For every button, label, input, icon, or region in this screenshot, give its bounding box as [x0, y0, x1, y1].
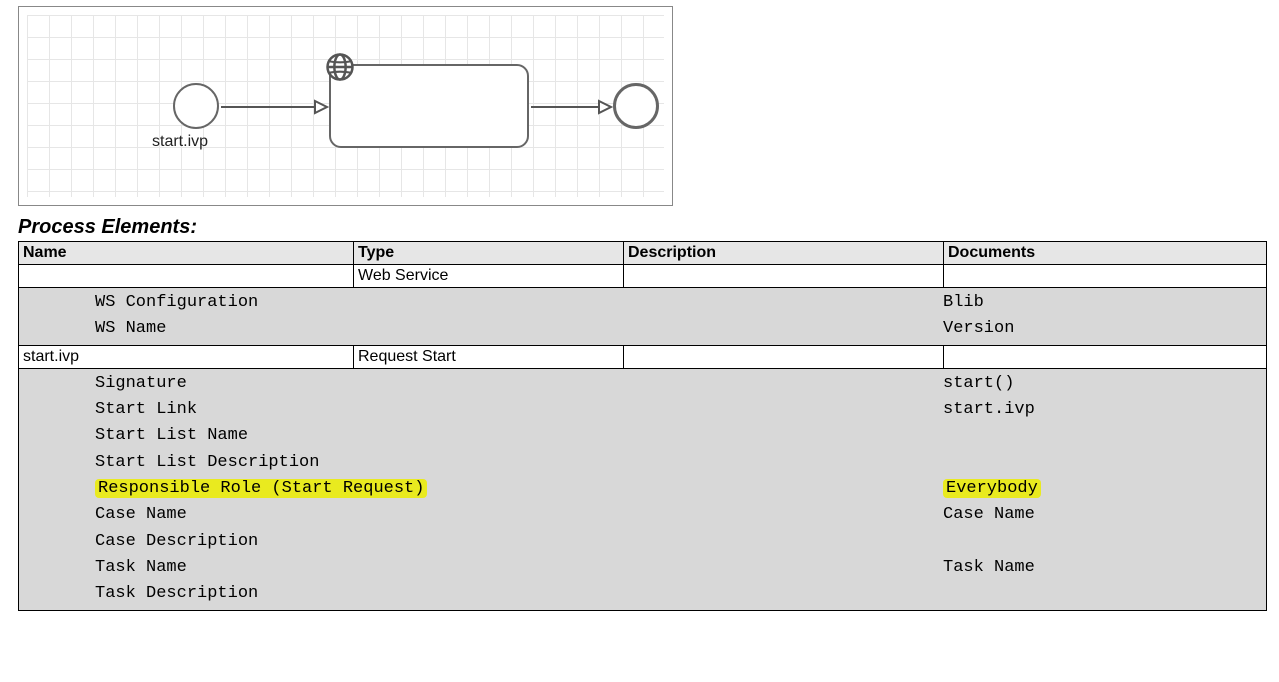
detail-line: Case Description	[23, 529, 1262, 555]
table-row: start.ivpRequest Start	[19, 345, 1267, 368]
start-event-label: start.ivp	[152, 133, 208, 151]
detail-line: Start List Name	[23, 423, 1262, 449]
highlight: Everybody	[943, 479, 1041, 498]
col-header-documents: Documents	[944, 242, 1267, 265]
process-elements-table: Name Type Description Documents Web Serv…	[18, 241, 1267, 611]
highlight: Responsible Role (Start Request)	[95, 479, 427, 498]
cell-type: Request Start	[354, 345, 624, 368]
detail-value: start.ivp	[943, 397, 1035, 423]
detail-line: Start Linkstart.ivp	[23, 397, 1262, 423]
cell-type: Web Service	[354, 265, 624, 288]
detail-line: Responsible Role (Start Request) Everybod…	[23, 476, 1262, 502]
cell-documents	[944, 265, 1267, 288]
table-row: Web Service	[19, 265, 1267, 288]
cell-documents	[944, 345, 1267, 368]
col-header-description: Description	[624, 242, 944, 265]
table-detail-row: Signaturestart()Start Linkstart.ivpStart…	[19, 368, 1267, 610]
detail-line: WS NameVersion	[23, 316, 1262, 342]
flow-arrow	[531, 99, 617, 119]
detail-key: Responsible Role (Start Request)	[23, 476, 943, 502]
diagram-grid: start.ivp	[27, 15, 664, 197]
end-event-node	[613, 83, 659, 129]
table-detail-row: WS ConfigurationBlibWS NameVersion	[19, 288, 1267, 346]
col-header-name: Name	[19, 242, 354, 265]
detail-value: start()	[943, 371, 1014, 397]
flow-arrow	[221, 99, 331, 119]
process-diagram: start.ivp	[18, 6, 673, 206]
detail-key: Case Name	[23, 502, 943, 528]
detail-block: Signaturestart()Start Linkstart.ivpStart…	[19, 368, 1267, 610]
detail-line: Task Description	[23, 581, 1262, 607]
detail-key: Task Name	[23, 555, 943, 581]
detail-line: Signaturestart()	[23, 371, 1262, 397]
detail-key: Start List Description	[23, 450, 943, 476]
detail-key: WS Name	[23, 316, 943, 342]
detail-block: WS ConfigurationBlibWS NameVersion	[19, 288, 1267, 346]
detail-value: Blib	[943, 290, 984, 316]
cell-description	[624, 345, 944, 368]
detail-key: Signature	[23, 371, 943, 397]
table-header-row: Name Type Description Documents	[19, 242, 1267, 265]
section-heading: Process Elements:	[18, 216, 1273, 239]
detail-value: Case Name	[943, 502, 1035, 528]
detail-value: Version	[943, 316, 1014, 342]
detail-key: WS Configuration	[23, 290, 943, 316]
detail-key: Start Link	[23, 397, 943, 423]
cell-name	[19, 265, 354, 288]
start-event-node	[173, 83, 219, 129]
detail-value: Everybody	[943, 476, 1041, 502]
detail-value: Task Name	[943, 555, 1035, 581]
cell-description	[624, 265, 944, 288]
detail-key: Case Description	[23, 529, 943, 555]
globe-icon	[325, 52, 355, 82]
detail-line: Case NameCase Name	[23, 502, 1262, 528]
col-header-type: Type	[354, 242, 624, 265]
detail-line: Start List Description	[23, 450, 1262, 476]
cell-name: start.ivp	[19, 345, 354, 368]
detail-key: Task Description	[23, 581, 943, 607]
web-service-task-node	[329, 64, 529, 148]
detail-line: WS ConfigurationBlib	[23, 290, 1262, 316]
detail-line: Task NameTask Name	[23, 555, 1262, 581]
detail-key: Start List Name	[23, 423, 943, 449]
